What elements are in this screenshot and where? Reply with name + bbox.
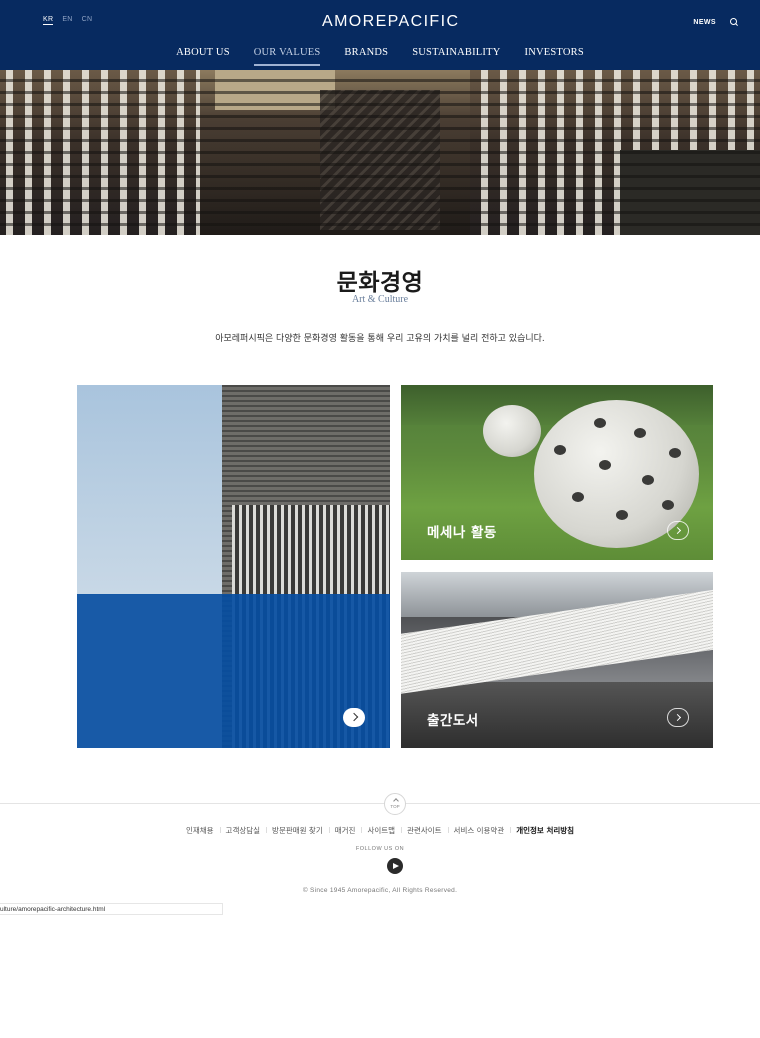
chevron-right-icon[interactable] — [667, 521, 689, 540]
footer-link-related-sites[interactable]: 관련사이트 — [401, 825, 448, 836]
architecture-overlay — [77, 594, 390, 748]
language-switcher: KR EN CN — [43, 16, 92, 25]
top-label: TOP — [390, 804, 400, 809]
lang-kr[interactable]: KR — [43, 16, 54, 25]
status-bar-url: ulture/amorepacific-architecture.html — [0, 903, 223, 915]
mecenat-label: 메세나 활동 — [427, 525, 497, 541]
books-card[interactable]: 출간도서 — [401, 572, 713, 748]
follow-label: FOLLOW US ON — [355, 846, 405, 852]
books-label: 출간도서 — [427, 713, 479, 729]
speaker-dot — [572, 492, 584, 502]
speaker-dot — [642, 475, 654, 485]
page-subtitle: Art & Culture — [351, 294, 409, 305]
back-to-top-button[interactable]: TOP — [384, 793, 406, 815]
news-link[interactable]: NEWS — [693, 19, 716, 26]
nav-about-us[interactable]: ABOUT US — [164, 47, 242, 64]
nav-brands[interactable]: BRANDS — [332, 47, 400, 64]
architecture-card[interactable] — [77, 385, 390, 748]
speaker-dot — [599, 460, 611, 470]
footer-link-terms[interactable]: 서비스 이용약관 — [447, 825, 511, 836]
site-header: KR EN CN AMOREPACIFIC NEWS ABOUT US OUR … — [0, 0, 760, 70]
footer-link-magazine[interactable]: 매거진 — [328, 825, 362, 836]
speaker-dot — [669, 448, 681, 458]
utility-menu: NEWS — [693, 18, 738, 26]
chevron-right-icon[interactable] — [667, 708, 689, 727]
nav-sustainability[interactable]: SUSTAINABILITY — [400, 47, 512, 64]
hero-lantern-pattern — [0, 70, 760, 235]
page-title: 문화경영 — [336, 270, 424, 296]
nav-investors[interactable]: INVESTORS — [513, 47, 596, 64]
youtube-icon[interactable] — [387, 858, 403, 874]
hero-image — [0, 70, 760, 235]
footer-divider — [0, 803, 760, 804]
footer-link-careers[interactable]: 인재채용 — [180, 825, 220, 836]
speaker-dot — [554, 445, 566, 455]
footer-link-privacy[interactable]: 개인정보 처리방침 — [510, 825, 580, 836]
footer-link-door-to-door[interactable]: 방문판매원 찾기 — [266, 825, 329, 836]
speaker-dot — [662, 500, 674, 510]
speaker-dot — [634, 428, 646, 438]
mecenat-card[interactable]: 메세나 활동 — [401, 385, 713, 560]
main-nav: ABOUT US OUR VALUES BRANDS SUSTAINABILIT… — [0, 47, 760, 66]
page-description: 아모레퍼시픽은 다양한 문화경영 활동을 통해 우리 고유의 가치를 널리 전하… — [215, 334, 545, 344]
nav-our-values[interactable]: OUR VALUES — [242, 47, 333, 66]
footer-links: 인재채용 고객상담실 방문판매원 찾기 매거진 사이트맵 관련사이트 서비스 이… — [0, 825, 760, 836]
logo[interactable]: AMOREPACIFIC — [322, 13, 459, 31]
copyright: © Since 1945 Amorepacific, All Rights Re… — [302, 887, 458, 894]
search-icon[interactable] — [730, 18, 738, 26]
chevron-up-icon — [392, 798, 399, 804]
speaker-dot — [594, 418, 606, 428]
lang-en[interactable]: EN — [62, 16, 72, 25]
speaker-dot — [616, 510, 628, 520]
chevron-right-icon[interactable] — [343, 708, 365, 727]
lang-cn[interactable]: CN — [82, 16, 93, 25]
footer-link-sitemap[interactable]: 사이트맵 — [361, 825, 401, 836]
footer-link-customer-center[interactable]: 고객상담실 — [219, 825, 267, 836]
mecenat-sculpture-small — [483, 405, 541, 457]
